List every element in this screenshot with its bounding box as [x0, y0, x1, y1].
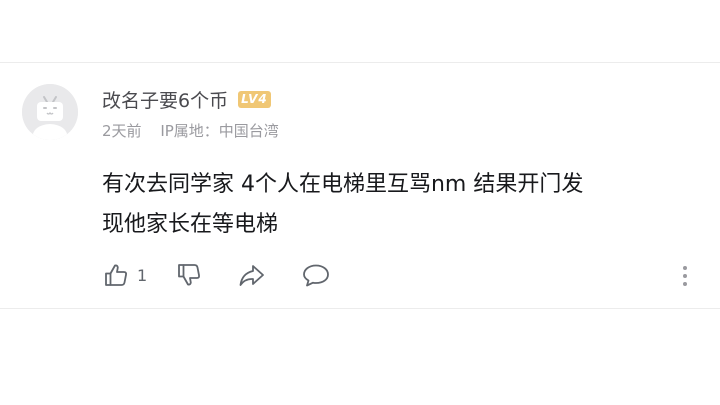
avatar[interactable]: [22, 84, 78, 140]
thumbs-down-icon: [178, 264, 201, 286]
default-tv-avatar-icon: [22, 84, 78, 140]
comment-text-line: 有次去同学家 4个人在电梯里互骂nm 结果开门发: [102, 172, 584, 197]
top-divider: [0, 62, 720, 63]
comment-text-line: 现他家长在等电梯: [102, 212, 279, 237]
ellipsis-dot: [683, 282, 687, 286]
comment-actions: 1: [102, 258, 331, 292]
comment-screen: 改名子要6个币 LV4 2天前 IP属地：中国台湾 有次去同学家 4个人在电梯里…: [0, 0, 720, 405]
username[interactable]: 改名子要6个币: [102, 86, 228, 113]
ip-location: IP属地：中国台湾: [160, 122, 279, 140]
vertical-ellipsis-icon[interactable]: [676, 262, 694, 290]
share-arrow-icon: [239, 265, 265, 286]
level-badge: LV4: [238, 90, 271, 108]
reply-button[interactable]: [301, 261, 331, 289]
thumbs-up-icon: [105, 264, 127, 286]
comment-time: 2天前: [102, 122, 142, 140]
comment-meta: 2天前 IP属地：中国台湾: [102, 120, 279, 141]
share-button[interactable]: [237, 261, 267, 289]
like-count: 1: [137, 265, 148, 285]
dislike-button[interactable]: [175, 261, 203, 289]
ellipsis-dot: [683, 274, 687, 278]
bottom-divider: [0, 308, 720, 309]
comment-text[interactable]: 有次去同学家 4个人在电梯里互骂nm 结果开门发 现他家长在等电梯: [102, 165, 682, 245]
ellipsis-dot: [683, 266, 687, 270]
speech-bubble-icon: [303, 264, 330, 287]
like-button[interactable]: 1: [102, 261, 147, 289]
username-row: 改名子要6个币 LV4: [102, 84, 271, 114]
